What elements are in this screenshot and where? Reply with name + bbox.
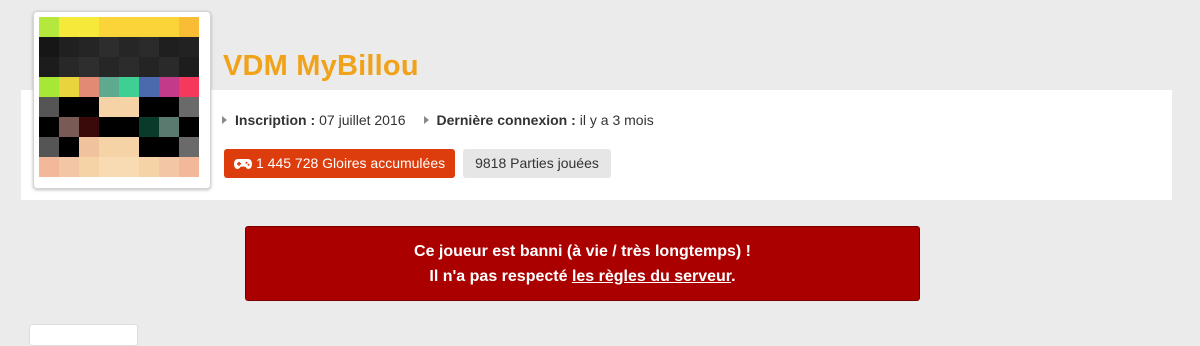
avatar-pixel [139, 37, 159, 57]
avatar-pixel [119, 17, 139, 37]
ban-notice-line2: Il n'a pas respecté les règles du serveu… [246, 264, 919, 289]
avatar-pixel [99, 117, 119, 137]
avatar-pixel [39, 137, 59, 157]
avatar-pixel [99, 97, 119, 117]
avatar-pixel [79, 117, 99, 137]
avatar-pixel [159, 117, 179, 137]
avatar-pixel [99, 137, 119, 157]
avatar-pixel [119, 77, 139, 97]
avatar-pixel [99, 57, 119, 77]
avatar-pixel [179, 57, 199, 77]
server-rules-link[interactable]: les règles du serveur [572, 268, 731, 285]
avatar-pixel [119, 57, 139, 77]
profile-info-row: Inscription : 07 juillet 2016 Dernière c… [222, 110, 672, 130]
avatar-pixel [119, 117, 139, 137]
avatar-pixel [79, 97, 99, 117]
avatar-pixel [139, 57, 159, 77]
games-badge-label: 9818 Parties jouées [475, 155, 599, 171]
avatar-pixel [119, 97, 139, 117]
last-login-label: Dernière connexion : [436, 112, 576, 128]
avatar-pixel [99, 37, 119, 57]
avatar-skin-face [39, 17, 199, 177]
avatar-pixel [179, 117, 199, 137]
avatar-pixel [179, 97, 199, 117]
avatar-pixel [159, 97, 179, 117]
avatar-pixel [159, 37, 179, 57]
avatar-pixel [159, 57, 179, 77]
avatar-pixel [139, 157, 159, 177]
avatar-pixel [139, 137, 159, 157]
avatar [33, 11, 211, 189]
next-section-tab[interactable] [29, 324, 138, 346]
avatar-pixel [39, 37, 59, 57]
avatar-pixel [79, 57, 99, 77]
avatar-pixel [99, 77, 119, 97]
avatar-pixel [39, 17, 59, 37]
avatar-pixel [79, 137, 99, 157]
avatar-pixel [179, 137, 199, 157]
avatar-pixel [179, 157, 199, 177]
last-login-info: Dernière connexion : il y a 3 mois [423, 112, 654, 128]
avatar-pixel [59, 157, 79, 177]
avatar-pixel [59, 117, 79, 137]
gamepad-icon [234, 158, 252, 169]
triangle-right-icon [222, 116, 227, 124]
avatar-pixel [79, 37, 99, 57]
avatar-pixel [159, 77, 179, 97]
avatar-pixel [139, 17, 159, 37]
avatar-pixel [119, 157, 139, 177]
avatar-pixel [179, 77, 199, 97]
avatar-pixel [79, 17, 99, 37]
avatar-pixel [179, 37, 199, 57]
ban-notice-suffix: . [731, 267, 736, 285]
avatar-pixel [99, 17, 119, 37]
avatar-pixel [59, 137, 79, 157]
profile-username: VDM MyBillou [223, 50, 419, 82]
avatar-pixel [39, 97, 59, 117]
ban-notice: Ce joueur est banni (à vie / très longte… [245, 226, 920, 301]
avatar-pixel [59, 57, 79, 77]
avatar-pixel [39, 117, 59, 137]
avatar-pixel [39, 77, 59, 97]
avatar-pixel [59, 77, 79, 97]
inscription-label: Inscription : [235, 112, 316, 128]
games-badge: 9818 Parties jouées [463, 149, 611, 178]
last-login-value: il y a 3 mois [579, 112, 654, 128]
avatar-pixel [59, 37, 79, 57]
avatar-pixel [79, 157, 99, 177]
avatar-pixel [159, 157, 179, 177]
avatar-pixel [139, 77, 159, 97]
avatar-pixel [59, 97, 79, 117]
avatar-pixel [119, 137, 139, 157]
avatar-pixel [159, 17, 179, 37]
glory-badge: 1 445 728 Gloires accumulées [224, 149, 456, 178]
avatar-pixel [139, 117, 159, 137]
avatar-pixel [139, 97, 159, 117]
ban-notice-line1: Ce joueur est banni (à vie / très longte… [414, 242, 751, 260]
avatar-pixel [179, 17, 199, 37]
avatar-pixel [39, 157, 59, 177]
avatar-pixel [99, 157, 119, 177]
avatar-pixel [159, 137, 179, 157]
triangle-right-icon [423, 116, 429, 124]
inscription-info: Inscription : 07 juillet 2016 [222, 112, 406, 128]
avatar-pixel [59, 17, 79, 37]
glory-badge-label: 1 445 728 Gloires accumulées [256, 155, 446, 171]
inscription-value: 07 juillet 2016 [319, 112, 406, 128]
avatar-pixel [79, 77, 99, 97]
profile-badges: 1 445 728 Gloires accumulées 9818 Partie… [224, 149, 619, 178]
avatar-pixel [119, 37, 139, 57]
ban-notice-prefix: Il n'a pas respecté [429, 267, 572, 285]
avatar-pixel [39, 57, 59, 77]
